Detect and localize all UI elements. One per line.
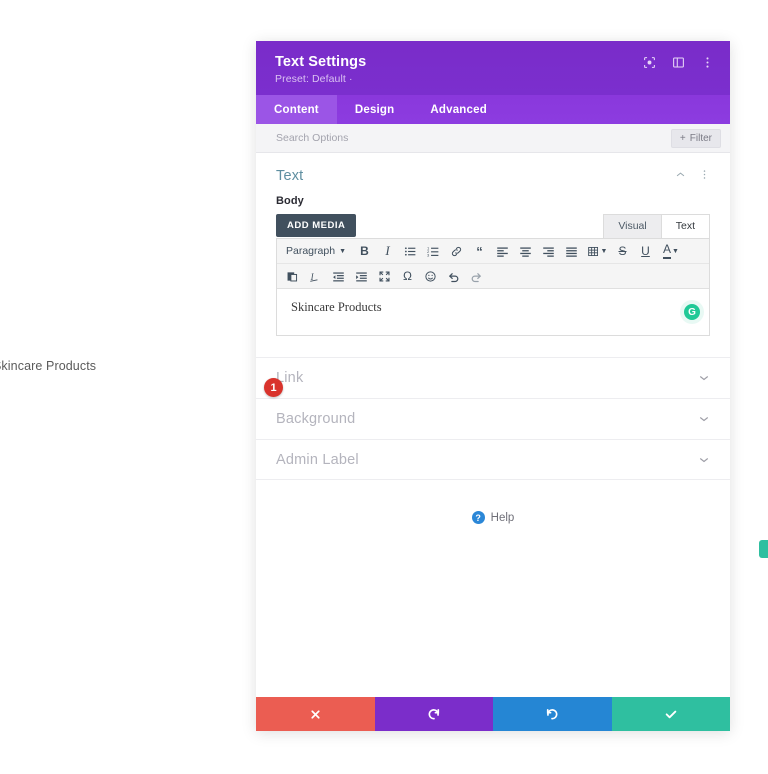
section-more-options-icon[interactable] bbox=[699, 167, 710, 185]
undo-icon bbox=[428, 708, 439, 720]
modal-preset-selector[interactable]: Preset: Default · bbox=[275, 73, 366, 85]
accordion-link[interactable]: Link bbox=[256, 357, 730, 398]
editor-text-content: Skincare Products bbox=[291, 300, 382, 314]
search-options-bar: + Filter bbox=[256, 124, 730, 153]
section-controls bbox=[675, 167, 710, 185]
focus-target-icon[interactable] bbox=[643, 56, 656, 69]
check-icon bbox=[665, 710, 677, 719]
numbered-list-icon[interactable]: 1 2 3 bbox=[422, 241, 445, 261]
text-settings-modal: Text Settings Preset: Default · Content … bbox=[256, 41, 730, 731]
strikethrough-icon[interactable]: S bbox=[611, 241, 634, 261]
italic-icon[interactable]: I bbox=[376, 241, 399, 261]
accordion-admin-label-label: Admin Label bbox=[276, 451, 359, 468]
chevron-down-icon bbox=[698, 454, 710, 466]
tab-design[interactable]: Design bbox=[337, 95, 413, 124]
fullscreen-icon[interactable] bbox=[373, 266, 396, 286]
editor-content-area[interactable]: Skincare Products G bbox=[277, 289, 709, 335]
redo-icon bbox=[547, 708, 558, 720]
bold-icon[interactable]: B bbox=[353, 241, 376, 261]
close-icon bbox=[311, 709, 320, 719]
rich-text-editor: Paragraph ▼ B I 1 2 3 “ ▼ S U A ▼ I Ω Sk… bbox=[276, 238, 710, 336]
emoji-icon[interactable] bbox=[419, 266, 442, 286]
outdent-icon[interactable] bbox=[327, 266, 350, 286]
editor-toolbar-row-2: I Ω bbox=[277, 264, 709, 289]
link-icon[interactable] bbox=[445, 241, 468, 261]
section-header-text: Text bbox=[256, 153, 730, 195]
chevron-down-icon: ▼ bbox=[600, 247, 608, 255]
chevron-down-icon bbox=[698, 413, 710, 425]
add-media-button[interactable]: ADD MEDIA bbox=[276, 214, 357, 237]
align-justify-icon[interactable] bbox=[560, 241, 583, 261]
accordion-background[interactable]: Background bbox=[256, 398, 730, 439]
chevron-down-icon: ▼ bbox=[672, 247, 679, 255]
background-page-text: Skincare Products bbox=[0, 359, 97, 373]
modal-header-actions bbox=[643, 54, 714, 69]
paste-as-text-icon[interactable] bbox=[281, 266, 304, 286]
chevron-down-icon bbox=[698, 372, 710, 384]
accordion-background-label: Background bbox=[276, 411, 356, 427]
special-character-icon[interactable]: Ω bbox=[396, 266, 419, 286]
paragraph-format-label: Paragraph bbox=[286, 245, 336, 257]
align-right-icon[interactable] bbox=[537, 241, 560, 261]
paragraph-format-select[interactable]: Paragraph ▼ bbox=[281, 245, 349, 257]
bulleted-list-icon[interactable] bbox=[399, 241, 422, 261]
clear-formatting-icon[interactable]: I bbox=[304, 266, 327, 286]
filter-button-label: Filter bbox=[689, 132, 712, 144]
redo-icon[interactable] bbox=[465, 266, 488, 286]
side-tab-handle[interactable] bbox=[759, 540, 768, 558]
redo-button[interactable] bbox=[493, 697, 612, 731]
modal-footer bbox=[256, 697, 730, 731]
help-link[interactable]: ? Help bbox=[256, 511, 730, 524]
underline-icon[interactable]: U bbox=[634, 241, 657, 261]
cancel-button[interactable] bbox=[256, 697, 375, 731]
plus-icon: + bbox=[679, 132, 686, 144]
undo-icon[interactable] bbox=[442, 266, 465, 286]
editor-tab-text[interactable]: Text bbox=[661, 214, 710, 238]
help-icon: ? bbox=[471, 511, 485, 524]
save-button[interactable] bbox=[611, 697, 730, 731]
more-options-icon[interactable] bbox=[701, 56, 714, 69]
editor-tab-visual[interactable]: Visual bbox=[603, 214, 662, 238]
modal-header: Text Settings Preset: Default · bbox=[256, 41, 730, 95]
body-field: Body ADD MEDIA Visual Text Paragraph ▼ B… bbox=[256, 195, 730, 336]
chevron-up-icon[interactable] bbox=[675, 167, 686, 185]
blockquote-icon[interactable]: “ bbox=[468, 241, 491, 261]
page-root: Skincare Products Text Settings Preset: … bbox=[0, 0, 768, 774]
grammarly-icon[interactable]: G bbox=[684, 304, 700, 320]
chevron-down-icon: ▼ bbox=[339, 247, 346, 255]
modal-header-titles: Text Settings Preset: Default · bbox=[275, 54, 366, 85]
tab-content[interactable]: Content bbox=[256, 95, 337, 124]
align-center-icon[interactable] bbox=[514, 241, 537, 261]
align-left-icon[interactable] bbox=[491, 241, 514, 261]
step-badge-1: 1 bbox=[264, 378, 283, 397]
options-accordion: Link Background Admin Label bbox=[256, 357, 730, 480]
undo-button[interactable] bbox=[374, 697, 493, 731]
accordion-admin-label[interactable]: Admin Label bbox=[256, 439, 730, 480]
text-color-icon[interactable]: A ▼ bbox=[657, 241, 685, 261]
modal-title: Text Settings bbox=[275, 54, 367, 70]
svg-text:3: 3 bbox=[427, 252, 430, 257]
modal-tabbar: Content Design Advanced bbox=[256, 95, 730, 124]
body-field-label: Body bbox=[276, 195, 304, 207]
modal-body: 1 Text Body ADD MEDIA Visual Text Paragr… bbox=[256, 153, 730, 697]
search-input[interactable] bbox=[276, 132, 576, 144]
editor-mode-tabs: Visual Text bbox=[603, 214, 710, 238]
help-label: Help bbox=[490, 511, 515, 524]
indent-icon[interactable] bbox=[350, 266, 373, 286]
tab-advanced[interactable]: Advanced bbox=[412, 95, 505, 124]
filter-button[interactable]: + Filter bbox=[670, 128, 721, 148]
layout-panel-icon[interactable] bbox=[672, 56, 685, 69]
editor-top-bar: ADD MEDIA Visual Text bbox=[276, 214, 710, 238]
section-title: Text bbox=[276, 168, 304, 184]
editor-toolbar-row-1: Paragraph ▼ B I 1 2 3 “ ▼ S U A ▼ bbox=[277, 239, 709, 264]
table-icon[interactable]: ▼ bbox=[583, 241, 611, 261]
